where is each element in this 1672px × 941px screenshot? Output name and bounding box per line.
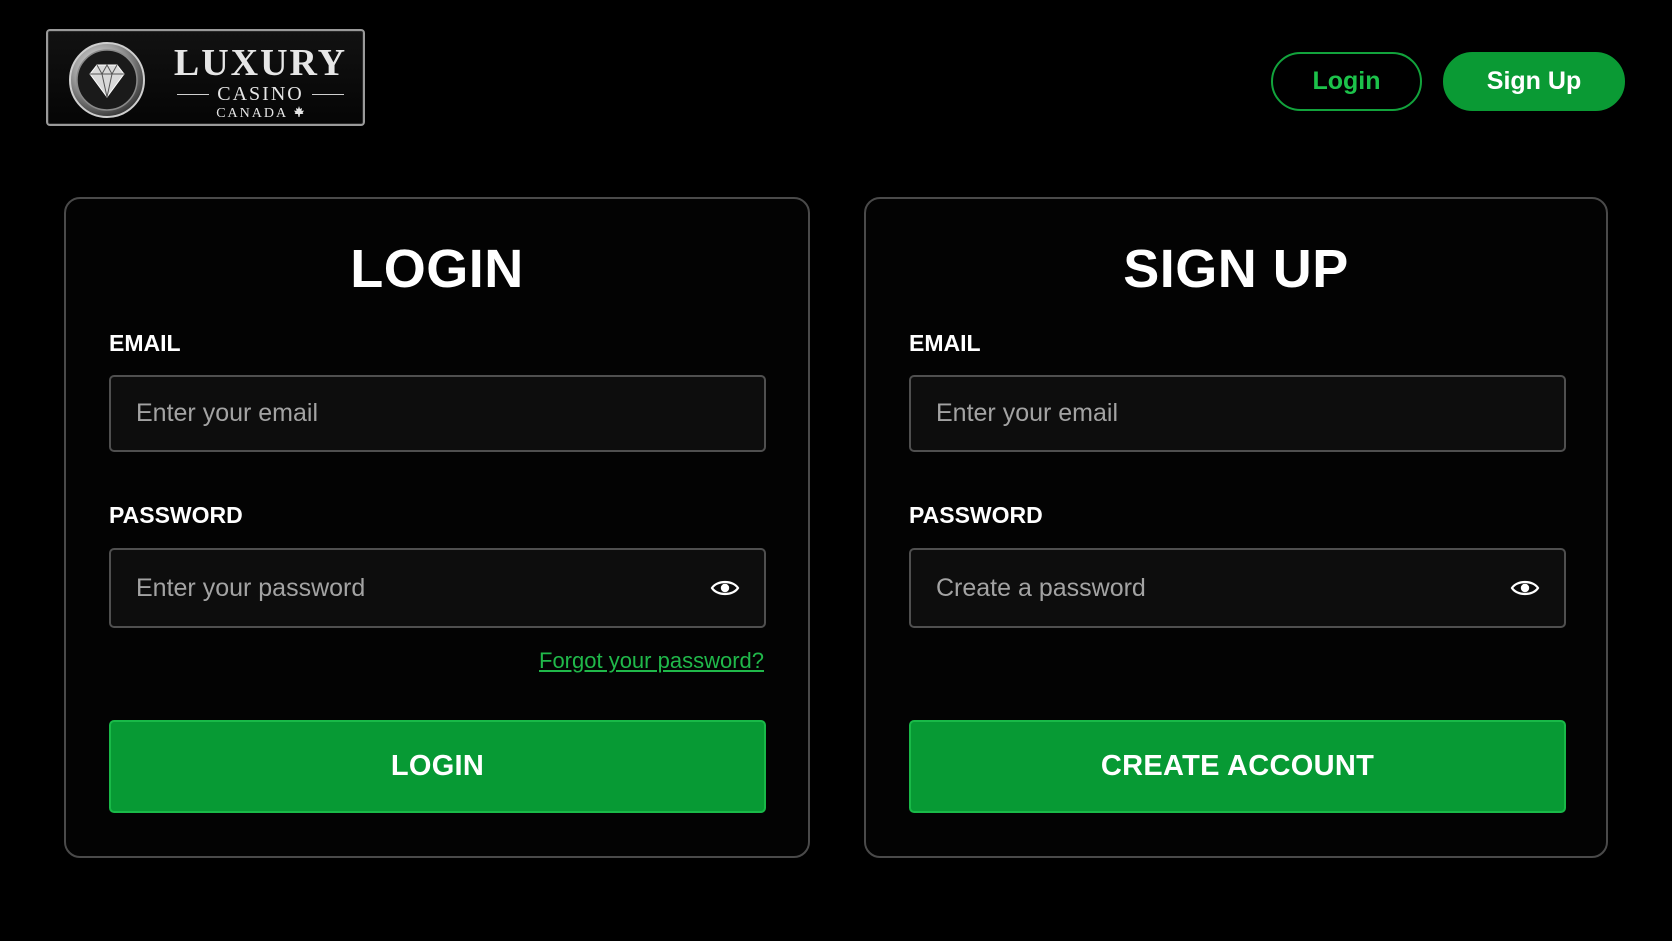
signup-password-label: PASSWORD	[909, 502, 1043, 528]
diamond-icon	[69, 42, 145, 118]
signup-email-label: EMAIL	[909, 330, 981, 356]
forgot-password-link[interactable]: Forgot your password?	[539, 648, 764, 674]
create-account-button[interactable]: CREATE ACCOUNT	[909, 720, 1566, 813]
header-login-button[interactable]: Login	[1271, 52, 1422, 111]
logo-rule-left	[177, 93, 210, 95]
header-signup-button[interactable]: Sign Up	[1443, 52, 1625, 111]
signup-password-field-wrapper	[909, 548, 1566, 628]
logo-subtitle: CASINO	[217, 83, 304, 105]
login-card: LOGIN EMAIL PASSWORD Forgot your passwor…	[64, 197, 810, 858]
signup-title: SIGN UP	[1123, 239, 1349, 299]
signup-email-field-wrapper	[909, 375, 1566, 452]
login-submit-button[interactable]: LOGIN	[109, 720, 766, 813]
signup-password-input[interactable]	[911, 550, 1564, 626]
login-email-field-wrapper	[109, 375, 766, 452]
eye-icon[interactable]	[710, 577, 740, 599]
logo-rule-right	[311, 93, 344, 95]
signup-email-input[interactable]	[911, 377, 1564, 450]
login-email-label: EMAIL	[109, 330, 181, 356]
eye-icon[interactable]	[1510, 577, 1540, 599]
logo-wordmark: LUXURY	[173, 42, 348, 84]
maple-leaf-icon	[293, 106, 304, 117]
login-password-input[interactable]	[111, 550, 764, 626]
login-title: LOGIN	[350, 239, 524, 299]
logo-region: CANADA	[216, 106, 288, 121]
login-password-field-wrapper	[109, 548, 766, 628]
login-password-label: PASSWORD	[109, 502, 243, 528]
login-email-input[interactable]	[111, 377, 764, 450]
signup-card: SIGN UP EMAIL PASSWORD CREATE ACCOUNT	[864, 197, 1608, 858]
brand-logo[interactable]: LUXURY CASINO CANADA	[46, 29, 365, 126]
